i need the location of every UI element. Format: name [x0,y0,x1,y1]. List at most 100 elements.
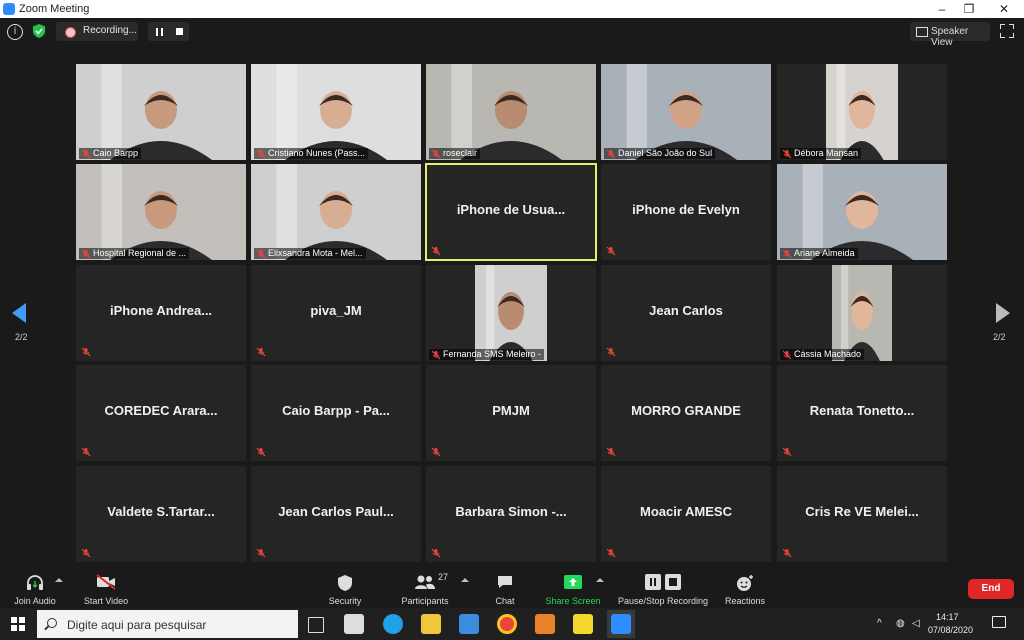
participant-display-name: iPhone de Usua... [456,202,566,217]
volume-icon[interactable]: ◁ [912,618,920,629]
muted-mic-icon [256,548,266,558]
participant-tile[interactable]: piva_JM [251,265,421,361]
pause-recording-icon[interactable] [156,28,163,36]
share-screen-label: Share Screen [545,596,601,606]
participant-name-label: Débora Mansan [780,148,862,159]
recording-label: Recording... [83,25,137,36]
next-page-arrow-icon[interactable] [996,303,1010,323]
participant-name-label: Ariane Almeida [780,248,858,259]
restore-button[interactable]: ❐ [959,1,979,17]
task-view-icon[interactable] [308,617,324,633]
start-video-button[interactable]: Start Video [78,568,134,608]
share-options-caret-icon[interactable] [596,578,604,582]
participant-tile[interactable]: Ariane Almeida [777,164,947,260]
muted-mic-icon [81,447,91,457]
zoom-logo-icon [3,3,15,15]
participant-tile[interactable]: COREDEC Arara... [76,365,246,461]
office-icon[interactable] [535,614,555,634]
security-shield-icon [337,574,353,594]
participant-tile[interactable]: Moacir AMESC [601,466,771,562]
participant-tile[interactable]: iPhone de Usua... [425,163,597,261]
fullscreen-icon[interactable] [1000,24,1014,38]
clock-time[interactable]: 14:17 [936,612,959,622]
participant-tile[interactable]: iPhone de Evelyn [601,164,771,260]
participant-tile[interactable]: Renata Tonetto... [777,365,947,461]
pause-stop-recording-label: Pause/Stop Recording [617,596,709,606]
join-audio-button[interactable]: Join Audio [8,568,62,608]
participant-tile[interactable]: Cristiano Nunes (Pass... [251,64,421,160]
participant-display-name: Jean Carlos [649,303,723,318]
participant-tile[interactable]: Elixsandra Mota - Mel... [251,164,421,260]
muted-mic-icon [431,350,441,360]
title-bar: Zoom Meeting – ❐ ✕ [0,0,1024,18]
participant-tile[interactable]: roseclair [426,64,596,160]
taskbar-search-box[interactable]: Digite aqui para pesquisar [37,610,298,638]
sticky-notes-icon[interactable] [573,614,593,634]
info-icon[interactable]: i [7,24,23,40]
chat-button[interactable]: Chat [486,568,524,608]
network-icon[interactable]: ◍ [896,618,905,629]
encryption-shield-icon[interactable] [31,23,47,39]
participant-tile[interactable]: Jean Carlos Paul... [251,466,421,562]
participant-display-name: COREDEC Arara... [104,403,218,418]
participant-tile[interactable]: iPhone Andrea... [76,265,246,361]
join-audio-label: Join Audio [14,596,56,606]
start-video-label: Start Video [83,596,129,606]
participant-tile[interactable]: Fernanda SMS Meleiro - [426,265,596,361]
notifications-icon[interactable] [992,616,1006,628]
muted-mic-icon [256,149,266,159]
stop-recording-icon[interactable] [176,28,183,35]
participant-name-label: Elixsandra Mota - Mel... [254,248,366,259]
recording-indicator: Recording... [56,22,138,41]
security-button[interactable]: Security [322,568,368,608]
pause-stop-recording-button[interactable]: Pause/Stop Recording [612,568,714,608]
zoom-app-icon[interactable] [611,614,631,634]
participant-tile[interactable]: Valdete S.Tartar... [76,466,246,562]
participant-name-label: roseclair [429,148,481,159]
muted-mic-icon [606,347,616,357]
muted-mic-icon [606,447,616,457]
participants-button[interactable]: 27 Participants [396,568,454,608]
muted-mic-icon [782,447,792,457]
participant-display-name: PMJM [492,403,530,418]
mail-icon[interactable] [459,614,479,634]
participant-tile[interactable]: Jean Carlos [601,265,771,361]
participant-tile[interactable]: PMJM [426,365,596,461]
close-button[interactable]: ✕ [994,1,1014,17]
edge-browser-icon[interactable] [383,614,403,634]
chrome-browser-icon[interactable] [497,614,517,634]
participant-tile[interactable]: Daniel São João do Sul [601,64,771,160]
windows-start-icon[interactable] [11,617,25,631]
participant-tile[interactable]: MORRO GRANDE [601,365,771,461]
muted-mic-icon [81,249,91,259]
participant-tile[interactable]: Barbara Simon -... [426,466,596,562]
participant-tile[interactable]: Caio Barpp - Pa... [251,365,421,461]
muted-mic-icon [782,350,792,360]
participant-video-feed [777,265,947,361]
participant-video-feed [426,64,596,160]
file-explorer-icon[interactable] [421,614,441,634]
speaker-view-button[interactable]: Speaker View [910,22,990,48]
participant-tile[interactable]: Hospital Regional de ... [76,164,246,260]
participant-name-label: Cássia Machado [780,349,865,360]
participant-tile[interactable]: Cássia Machado [777,265,947,361]
participant-display-name: Moacir AMESC [640,504,732,519]
reactions-button[interactable]: Reactions [720,568,770,608]
participant-tile[interactable]: Débora Mansan [777,64,947,160]
participant-tile[interactable]: Caio Barpp [76,64,246,160]
muted-mic-icon [606,149,616,159]
share-screen-button[interactable]: Share Screen [540,568,606,608]
participant-display-name: Caio Barpp - Pa... [282,403,390,418]
audio-options-caret-icon[interactable] [55,578,63,582]
muted-mic-icon [782,149,792,159]
muted-mic-icon [431,246,441,256]
clock-date[interactable]: 07/08/2020 [928,625,973,635]
participants-options-caret-icon[interactable] [461,578,469,582]
tray-chevron-icon[interactable]: ^ [877,618,882,629]
end-meeting-button[interactable]: End [968,579,1014,599]
participant-name-label: Hospital Regional de ... [79,248,190,259]
previous-page-arrow-icon[interactable] [12,303,26,323]
minimize-button[interactable]: – [932,1,952,17]
participant-tile[interactable]: Cris Re VE Melei... [777,466,947,562]
store-icon[interactable] [344,614,364,634]
